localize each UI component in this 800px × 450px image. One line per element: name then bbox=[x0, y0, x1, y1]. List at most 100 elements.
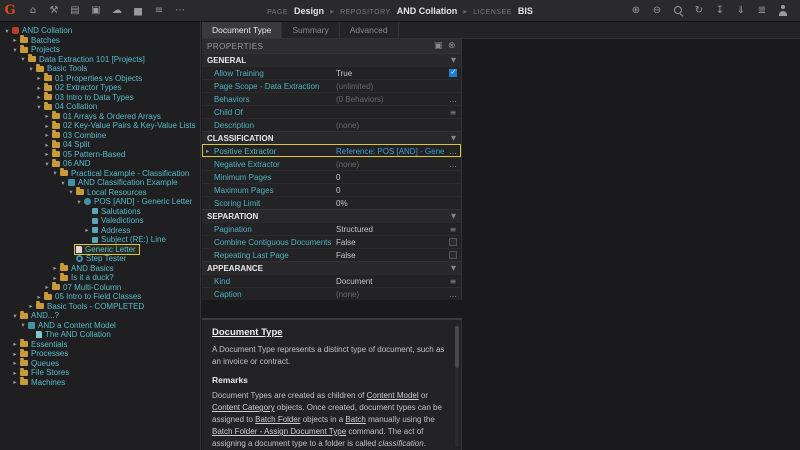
property-value[interactable]: True bbox=[336, 69, 445, 78]
checkbox[interactable] bbox=[449, 238, 457, 246]
group-header[interactable]: SEPARATION▼ bbox=[202, 209, 461, 222]
search-icon[interactable] bbox=[671, 4, 685, 18]
collapse-arrow-icon[interactable]: ▾ bbox=[75, 198, 83, 206]
expand-arrow-icon[interactable]: ▸ bbox=[43, 122, 51, 130]
expand-arrow-icon[interactable]: ▸ bbox=[27, 302, 35, 310]
docs-scrollbar-thumb[interactable] bbox=[455, 326, 459, 368]
ellipsis-button[interactable]: … bbox=[445, 160, 461, 169]
tree-item[interactable]: ▾Local Resources bbox=[0, 188, 200, 198]
property-value[interactable]: (none) bbox=[336, 290, 445, 299]
expand-arrow-icon[interactable]: ▸ bbox=[43, 150, 51, 158]
tree-item[interactable]: ▾06 AND bbox=[0, 159, 200, 169]
collapse-arrow-icon[interactable]: ▾ bbox=[35, 103, 43, 111]
breadcrumb-value[interactable]: AND Collation bbox=[397, 6, 458, 16]
expand-arrow-icon[interactable]: ▸ bbox=[11, 36, 19, 44]
tree-item[interactable]: ▸05 Pattern-Based bbox=[0, 150, 200, 160]
collapse-arrow-icon[interactable]: ▾ bbox=[11, 46, 19, 54]
tree-item[interactable]: ▸File Stores bbox=[0, 368, 200, 378]
chart-icon[interactable]: ▅ bbox=[131, 4, 145, 18]
tree-item[interactable]: ▸04 Split bbox=[0, 140, 200, 150]
property-value[interactable]: (none) bbox=[336, 160, 445, 169]
collapse-arrow-icon[interactable]: ▾ bbox=[19, 321, 27, 329]
collapse-arrow-icon[interactable]: ▾ bbox=[11, 312, 19, 320]
tree-item[interactable]: ▸03 Combine bbox=[0, 131, 200, 141]
property-row[interactable]: Combine Contiguous DocumentsFalse bbox=[202, 235, 461, 248]
tree-item[interactable]: ▾Projects bbox=[0, 45, 200, 55]
expand-arrow-icon[interactable]: ▸ bbox=[35, 74, 43, 82]
cloud-icon[interactable]: ☁ bbox=[110, 4, 124, 18]
user-icon[interactable] bbox=[776, 4, 790, 18]
add-circle-icon[interactable]: ⊕ bbox=[629, 4, 643, 18]
tree-item[interactable]: ▸Basic Tools - COMPLETED bbox=[0, 302, 200, 312]
tab-summary[interactable]: Summary bbox=[282, 22, 339, 38]
chevron-down-icon[interactable]: ▼ bbox=[451, 264, 456, 272]
tree-item[interactable]: Subject (RE:) Line bbox=[0, 235, 200, 245]
collapse-arrow-icon[interactable]: ▾ bbox=[19, 55, 27, 63]
property-row[interactable]: KindDocument≡ bbox=[202, 274, 461, 287]
more-icon[interactable]: ⋯ bbox=[173, 4, 187, 18]
expand-arrow-icon[interactable]: ▸ bbox=[35, 84, 43, 92]
property-row[interactable]: Negative Extractor(none)… bbox=[202, 157, 461, 170]
dropdown-button[interactable]: ≡ bbox=[445, 108, 461, 117]
dropdown-button[interactable]: ≡ bbox=[445, 225, 461, 234]
property-value[interactable]: (0 Behaviors) bbox=[336, 95, 445, 104]
tree-item[interactable]: ▸Processes bbox=[0, 349, 200, 359]
chevron-down-icon[interactable]: ▼ bbox=[451, 134, 456, 142]
tree-item[interactable]: ▾POS [AND] - Generic Letter bbox=[0, 197, 200, 207]
collapse-arrow-icon[interactable]: ▾ bbox=[43, 160, 51, 168]
refresh-icon[interactable]: ↻ bbox=[692, 4, 706, 18]
tree-item[interactable]: ▸Batches bbox=[0, 36, 200, 46]
expand-arrow-icon[interactable]: ▸ bbox=[206, 147, 214, 155]
expand-arrow-icon[interactable]: ▸ bbox=[51, 264, 59, 272]
collapse-arrow-icon[interactable]: ▾ bbox=[59, 179, 67, 187]
property-row[interactable]: Allow TrainingTrue bbox=[202, 66, 461, 79]
tree-item[interactable]: ▸02 Key-Value Pairs & Key-Value Lists bbox=[0, 121, 200, 131]
property-value[interactable]: 0 bbox=[336, 173, 445, 182]
ellipsis-button[interactable]: … bbox=[445, 95, 461, 104]
tree-item[interactable]: ▸05 Intro to Field Classes bbox=[0, 292, 200, 302]
property-row[interactable]: Description(none) bbox=[202, 118, 461, 131]
property-row[interactable]: Child Of≡ bbox=[202, 105, 461, 118]
tree-item[interactable]: ▾AND...? bbox=[0, 311, 200, 321]
collapse-arrow-icon[interactable]: ▾ bbox=[67, 188, 75, 196]
expand-arrow-icon[interactable]: ▸ bbox=[43, 283, 51, 291]
tree-item[interactable]: ▸AND Basics bbox=[0, 264, 200, 274]
app-logo[interactable]: G bbox=[0, 3, 20, 18]
expand-arrow-icon[interactable]: ▸ bbox=[43, 131, 51, 139]
collapse-arrow-icon[interactable]: ▾ bbox=[27, 65, 35, 73]
breadcrumb-value[interactable]: BIS bbox=[518, 6, 533, 16]
tree-item[interactable]: ▸Is it a duck? bbox=[0, 273, 200, 283]
tab-advanced[interactable]: Advanced bbox=[340, 22, 399, 38]
package-icon[interactable]: ▣ bbox=[89, 4, 103, 18]
tree-item[interactable]: ▾AND Collation bbox=[0, 26, 200, 36]
save-icon[interactable]: ▤ bbox=[68, 4, 82, 18]
group-header[interactable]: APPEARANCE▼ bbox=[202, 261, 461, 274]
tree-item[interactable]: ▸03 Intro to Data Types bbox=[0, 93, 200, 103]
breadcrumb-value[interactable]: Design bbox=[294, 6, 324, 16]
tree-item[interactable]: ▾Data Extraction 101 [Projects] bbox=[0, 55, 200, 65]
checkbox[interactable] bbox=[449, 69, 457, 77]
download-icon[interactable]: ↧ bbox=[713, 4, 727, 18]
tree-item[interactable]: ▸Address bbox=[0, 226, 200, 236]
tree-item[interactable]: ▾AND a Content Model bbox=[0, 321, 200, 331]
group-header[interactable]: CLASSIFICATION▼ bbox=[202, 131, 461, 144]
property-value[interactable]: (unlimited) bbox=[336, 82, 445, 91]
dropdown-button[interactable]: ≡ bbox=[445, 277, 461, 286]
checkbox[interactable] bbox=[449, 251, 457, 259]
chevron-down-icon[interactable]: ▼ bbox=[451, 212, 456, 220]
property-row[interactable]: Maximum Pages0 bbox=[202, 183, 461, 196]
property-value[interactable]: False bbox=[336, 251, 445, 260]
tree-item[interactable]: ▾Basic Tools bbox=[0, 64, 200, 74]
close-icon[interactable]: ⊗ bbox=[448, 39, 456, 53]
tree-item[interactable]: The AND Collation bbox=[0, 330, 200, 340]
tree-item[interactable]: ▸07 Multi-Column bbox=[0, 283, 200, 293]
expand-arrow-icon[interactable]: ▸ bbox=[11, 359, 19, 367]
docs-link[interactable]: Batch Folder - Assign Document Type bbox=[212, 427, 346, 436]
property-row[interactable]: Repeating Last PageFalse bbox=[202, 248, 461, 261]
expand-arrow-icon[interactable]: ▸ bbox=[43, 141, 51, 149]
expand-arrow-icon[interactable]: ▸ bbox=[35, 293, 43, 301]
docs-link[interactable]: Content Model bbox=[367, 391, 419, 400]
expand-arrow-icon[interactable]: ▸ bbox=[11, 378, 19, 386]
tree-item[interactable]: Step Tester bbox=[0, 254, 200, 264]
tree-item[interactable]: Valedictions bbox=[0, 216, 200, 226]
